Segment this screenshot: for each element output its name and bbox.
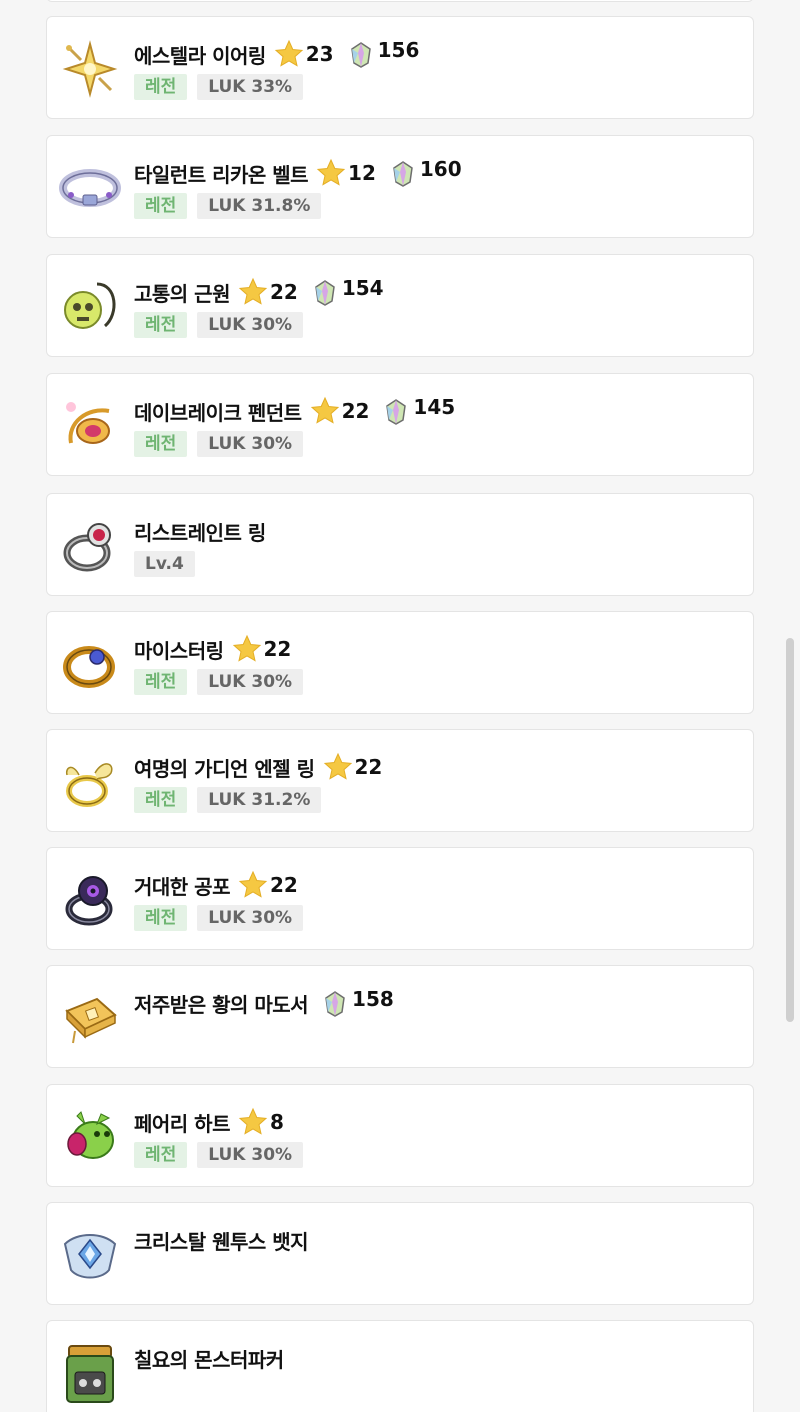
- star-icon: [238, 870, 268, 900]
- star-icon: [238, 277, 268, 307]
- item-name: 거대한 공포: [134, 874, 230, 899]
- starforce: 8: [238, 1107, 284, 1137]
- restraint-ring-icon: [57, 513, 123, 579]
- potential-value: 156: [377, 38, 420, 62]
- starforce-value: 22: [269, 873, 298, 897]
- star-icon: [238, 1107, 268, 1137]
- item-card[interactable]: 에스텔라 이어링 23 156 레전 LUK 33%: [46, 16, 754, 119]
- previous-item-card[interactable]: [46, 0, 754, 2]
- starforce-value: 8: [269, 1110, 284, 1134]
- tyrant-lycaon-belt-icon: [57, 155, 123, 221]
- potential-score: 154: [312, 276, 384, 307]
- grade-badge: 레전: [134, 669, 188, 695]
- item-card[interactable]: 크리스탈 웬투스 뱃지: [46, 1202, 754, 1305]
- crystal-ventus-badge-icon: [57, 1222, 123, 1288]
- item-card[interactable]: 리스트레인트 링 Lv.4: [46, 493, 754, 596]
- meister-ring-icon: [57, 631, 123, 697]
- item-card[interactable]: 데이브레이크 펜던트 22 145 레전 LUK 30%: [46, 373, 754, 476]
- item-name: 리스트레인트 링: [134, 520, 266, 545]
- cursed-grimoire-icon: [57, 985, 123, 1051]
- fairy-heart-icon: [57, 1104, 123, 1170]
- item-card[interactable]: 거대한 공포 22 레전 LUK 30%: [46, 847, 754, 950]
- potential-score: 158: [322, 987, 394, 1018]
- potential-value: 160: [419, 157, 462, 181]
- starforce-value: 12: [348, 161, 376, 185]
- gem-icon: [312, 277, 338, 307]
- option-badge: LUK 30%: [197, 905, 304, 931]
- grade-badge: 레전: [134, 312, 188, 338]
- gem-icon: [390, 158, 416, 188]
- item-card[interactable]: 저주받은 황의 마도서 158: [46, 965, 754, 1068]
- option-badge: LUK 30%: [197, 312, 304, 338]
- item-name: 에스텔라 이어링: [134, 43, 266, 68]
- item-name: 타일런트 리카온 벨트: [134, 162, 309, 187]
- starforce: 22: [310, 396, 370, 426]
- gem-icon: [348, 39, 374, 69]
- grade-badge: 레전: [134, 905, 188, 931]
- gem-icon: [322, 988, 348, 1018]
- grade-badge: 레전: [134, 1142, 188, 1168]
- starforce: 22: [323, 752, 383, 782]
- grade-badge: 레전: [134, 787, 188, 813]
- starforce-value: 22: [269, 280, 298, 304]
- item-name: 칠요의 몬스터파커: [134, 1347, 284, 1372]
- item-card[interactable]: 타일런트 리카온 벨트 12 160 레전 LUK 31.8%: [46, 135, 754, 238]
- gem-icon: [383, 396, 409, 426]
- starforce: 12: [316, 158, 376, 188]
- potential-value: 145: [413, 395, 456, 419]
- level-badge: Lv.4: [134, 551, 195, 577]
- star-icon: [323, 752, 353, 782]
- star-icon: [310, 396, 340, 426]
- option-badge: LUK 30%: [197, 669, 304, 695]
- grade-badge: 레전: [134, 193, 188, 219]
- monster-parker-icon: [57, 1340, 123, 1406]
- item-name: 저주받은 황의 마도서: [134, 992, 309, 1017]
- star-icon: [316, 158, 346, 188]
- item-card[interactable]: 페어리 하트 8 레전 LUK 30%: [46, 1084, 754, 1187]
- estella-earring-icon: [57, 36, 123, 102]
- potential-value: 158: [352, 987, 394, 1011]
- starforce-value: 22: [263, 637, 292, 661]
- source-of-suffering-icon: [57, 274, 123, 340]
- option-badge: LUK 33%: [197, 74, 304, 100]
- option-badge: LUK 31.8%: [197, 193, 322, 219]
- item-name: 페어리 하트: [134, 1111, 230, 1136]
- item-name: 고통의 근원: [134, 281, 230, 306]
- equipment-list: 에스텔라 이어링 23 156 레전 LUK 33% 타일런트 리카온 벨트 1…: [0, 0, 800, 1412]
- scrollbar-thumb[interactable]: [786, 638, 794, 1022]
- item-name: 마이스터링: [134, 638, 224, 663]
- potential-score: 160: [390, 157, 462, 188]
- option-badge: LUK 31.2%: [197, 787, 322, 813]
- starforce-value: 22: [341, 399, 370, 423]
- starforce-value: 22: [354, 755, 383, 779]
- guardian-angel-ring-icon: [57, 749, 123, 815]
- item-card[interactable]: 고통의 근원 22 154 레전 LUK 30%: [46, 254, 754, 357]
- potential-score: 156: [348, 38, 420, 69]
- potential-score: 145: [383, 395, 456, 426]
- starforce: 22: [238, 277, 298, 307]
- grade-badge: 레전: [134, 431, 188, 457]
- item-name: 데이브레이크 펜던트: [134, 400, 302, 425]
- starforce: 22: [232, 634, 292, 664]
- starforce: 23: [274, 39, 334, 69]
- option-badge: LUK 30%: [197, 431, 304, 457]
- potential-value: 154: [341, 276, 384, 300]
- giant-fear-icon: [57, 867, 123, 933]
- daybreak-pendant-icon: [57, 393, 123, 459]
- option-badge: LUK 30%: [197, 1142, 304, 1168]
- star-icon: [232, 634, 262, 664]
- item-card[interactable]: 칠요의 몬스터파커: [46, 1320, 754, 1412]
- item-card[interactable]: 여명의 가디언 엔젤 링 22 레전 LUK 31.2%: [46, 729, 754, 832]
- item-name: 크리스탈 웬투스 뱃지: [134, 1229, 309, 1254]
- star-icon: [274, 39, 304, 69]
- item-card[interactable]: 마이스터링 22 레전 LUK 30%: [46, 611, 754, 714]
- starforce-value: 23: [305, 42, 334, 66]
- item-name: 여명의 가디언 엔젤 링: [134, 756, 315, 781]
- starforce: 22: [238, 870, 298, 900]
- grade-badge: 레전: [134, 74, 188, 100]
